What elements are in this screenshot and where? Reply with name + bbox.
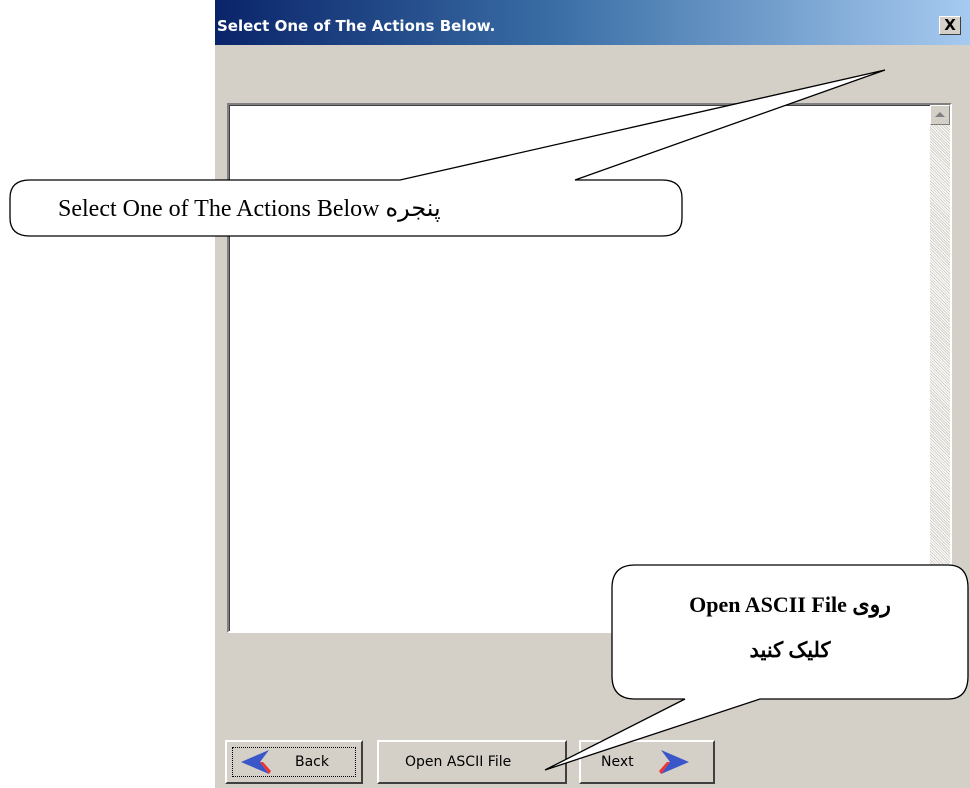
window-callout-text: Select One of The Actions Below پنجره xyxy=(58,196,441,222)
click-callout-line1: روی Open ASCII File xyxy=(689,592,891,617)
click-callout-line2: کلیک کنید xyxy=(749,638,831,662)
annotation-layer xyxy=(9,69,969,771)
